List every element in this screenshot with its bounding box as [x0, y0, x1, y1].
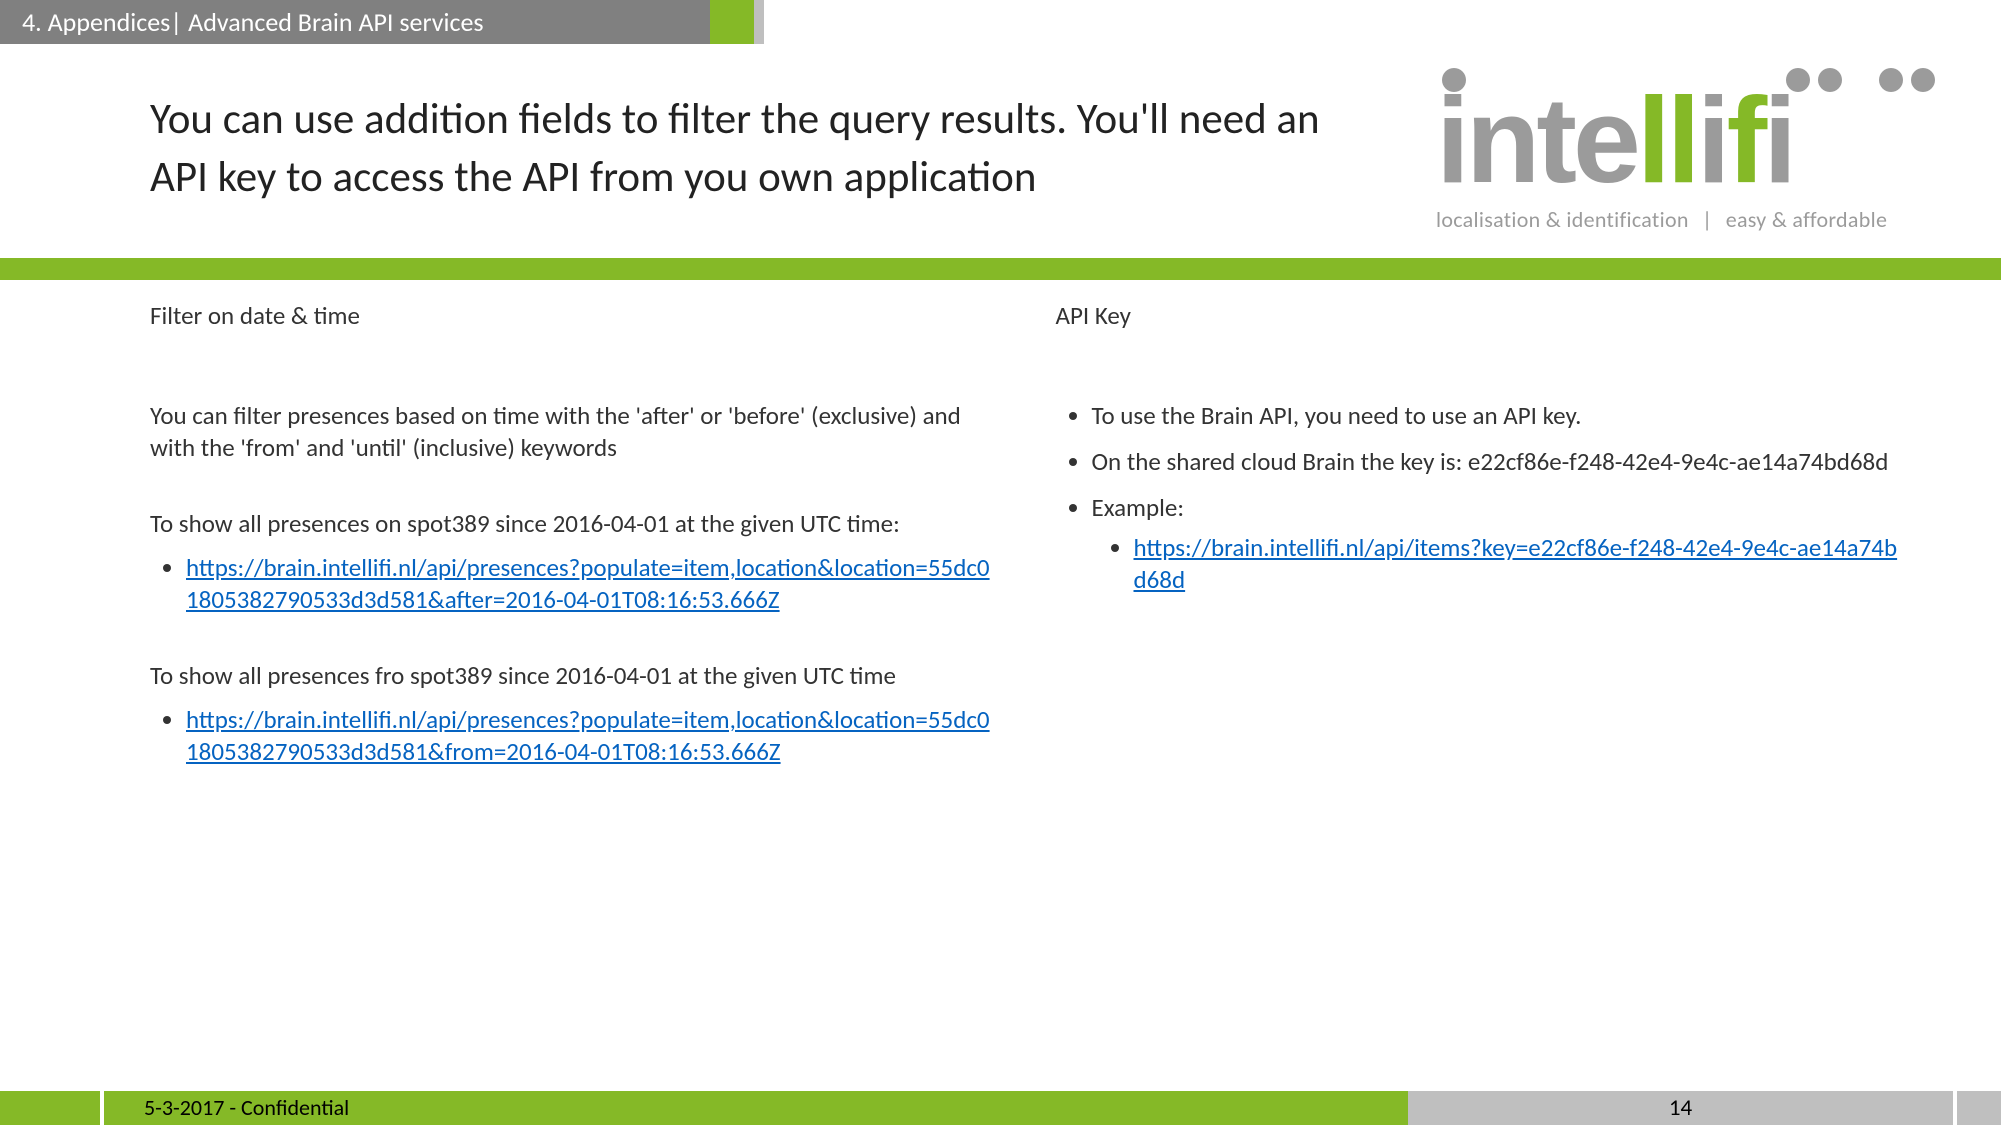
footer: 5-3-2017 - Confidential 14	[0, 1091, 2001, 1125]
right-column: API Key To use the Brain API, you need t…	[1056, 300, 1902, 812]
left-paragraph-1: You can filter presences based on time w…	[150, 400, 996, 464]
tagline-separator: |	[1702, 206, 1712, 233]
green-divider-band	[0, 258, 2001, 280]
tagline-left: localisation & identification	[1436, 206, 1689, 233]
header-bar: 4. Appendices| Advanced Brain API servic…	[0, 0, 764, 44]
list-item: https://brain.intellifi.nl/api/presences…	[186, 704, 996, 768]
list-item: https://brain.intellifi.nl/api/items?key…	[1134, 532, 1902, 596]
presences-from-link[interactable]: https://brain.intellifi.nl/api/presences…	[186, 704, 990, 767]
presences-after-link[interactable]: https://brain.intellifi.nl/api/presences…	[186, 552, 990, 615]
list-item: On the shared cloud Brain the key is: e2…	[1092, 446, 1902, 478]
footer-accent-right	[1957, 1091, 2001, 1125]
footer-accent-left	[0, 1091, 100, 1125]
title-row: You can use addition fields to filter th…	[150, 90, 1941, 233]
header-accent-block	[710, 0, 754, 44]
example-label: Example:	[1092, 492, 1185, 523]
logo-tagline: localisation & identification | easy & a…	[1436, 206, 1887, 233]
breadcrumb: 4. Appendices| Advanced Brain API servic…	[0, 0, 710, 44]
api-key-list: To use the Brain API, you need to use an…	[1056, 400, 1902, 596]
left-link-list-1: https://brain.intellifi.nl/api/presences…	[150, 552, 996, 616]
list-item: To use the Brain API, you need to use an…	[1092, 400, 1902, 432]
header-spacer-block	[754, 0, 764, 44]
left-heading: Filter on date & time	[150, 300, 996, 332]
list-item: https://brain.intellifi.nl/api/presences…	[186, 552, 996, 616]
example-sublist: https://brain.intellifi.nl/api/items?key…	[1092, 532, 1902, 596]
list-item: Example: https://brain.intellifi.nl/api/…	[1092, 492, 1902, 596]
api-example-link[interactable]: https://brain.intellifi.nl/api/items?key…	[1134, 532, 1898, 595]
left-column: Filter on date & time You can filter pre…	[150, 300, 996, 812]
left-paragraph-2: To show all presences on spot389 since 2…	[150, 508, 996, 540]
page-number: 14	[1408, 1091, 1953, 1125]
footer-text: 5-3-2017 - Confidential	[104, 1091, 1408, 1125]
left-paragraph-3: To show all presences fro spot389 since …	[150, 660, 996, 692]
right-heading: API Key	[1056, 300, 1902, 332]
logo: intellifi localisation & identification …	[1436, 62, 1941, 233]
tagline-right: easy & affordable	[1726, 206, 1888, 233]
left-link-list-2: https://brain.intellifi.nl/api/presences…	[150, 704, 996, 768]
body-columns: Filter on date & time You can filter pre…	[150, 300, 1901, 812]
page-title: You can use addition fields to filter th…	[150, 90, 1370, 206]
svg-text:intellifi: intellifi	[1436, 72, 1793, 192]
intellifi-logo-icon: intellifi	[1436, 62, 1941, 192]
